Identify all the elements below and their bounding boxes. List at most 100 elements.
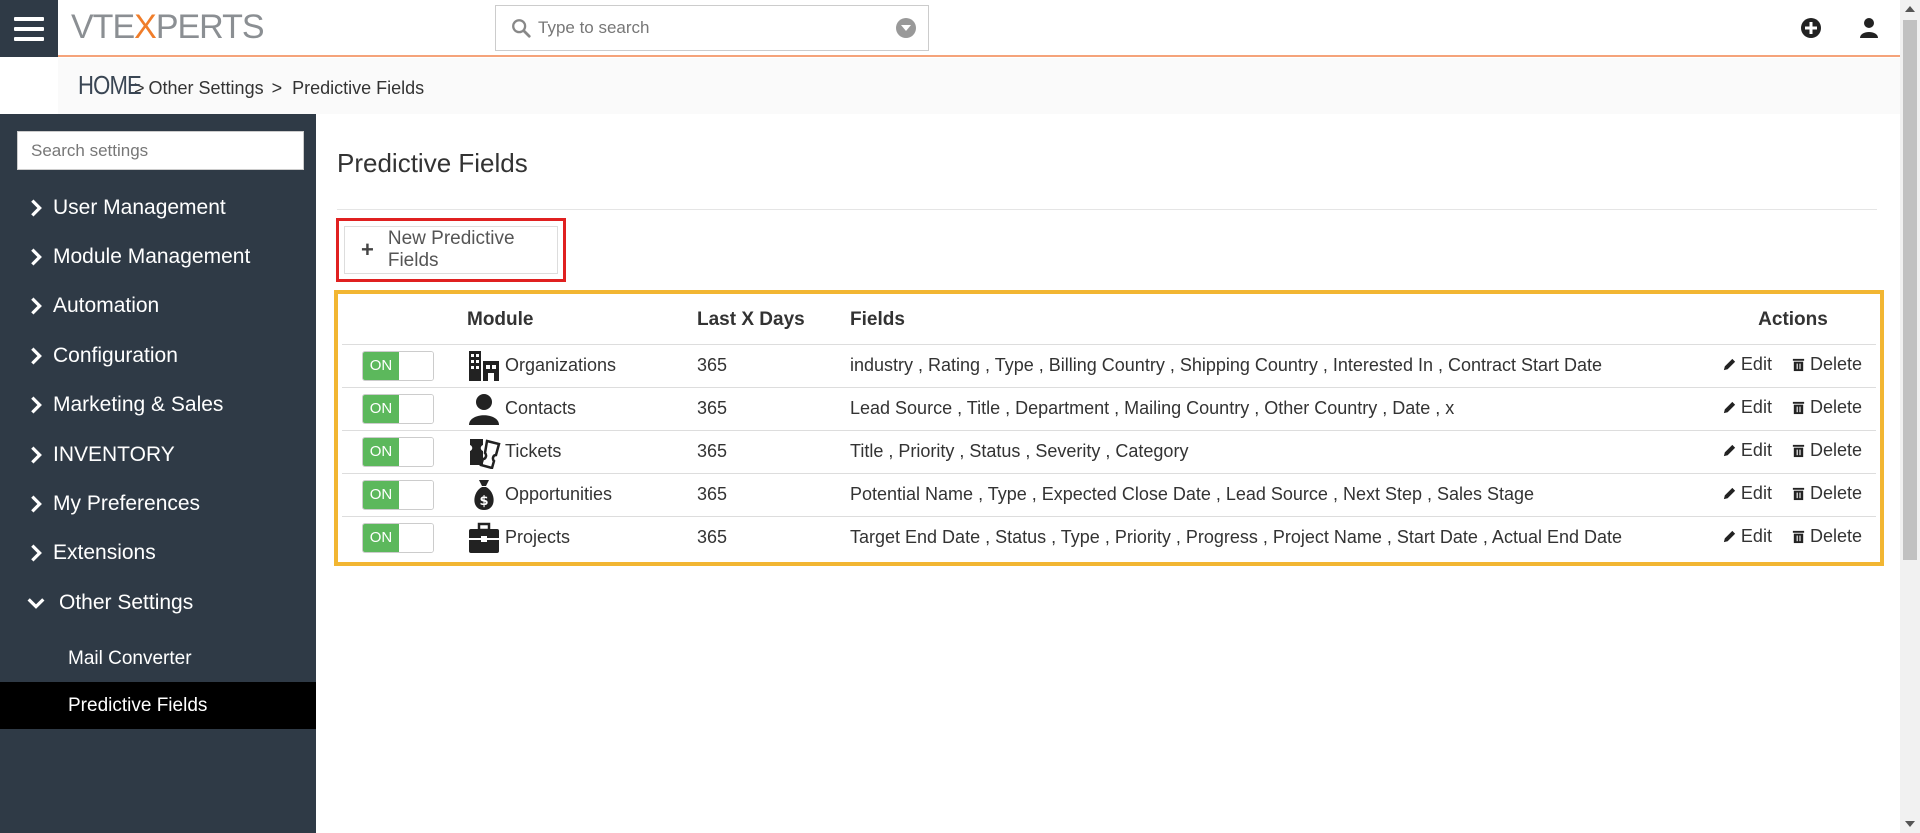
breadcrumb-item-predictive-fields: Predictive Fields [292,78,425,98]
trash-icon [1792,487,1805,501]
toggle-knob [399,523,433,552]
column-header-toggle [342,297,467,345]
new-button-label: New Predictive Fields [387,228,515,271]
trash-icon [1792,358,1805,372]
delete-button[interactable]: Delete [1791,354,1862,375]
status-toggle[interactable]: ON [362,436,434,467]
delete-label: Delete [1809,526,1862,547]
module-name: Contacts [505,398,577,418]
delete-button[interactable]: Delete [1791,440,1862,461]
pencil-icon [1723,444,1736,457]
chevron-right-icon [31,396,42,414]
table-highlight: Module Last X Days Fields Actions ON Org… [334,290,1884,566]
status-toggle[interactable]: ON [362,479,434,510]
toggle-on-label: ON [363,523,399,552]
delete-label: Delete [1809,397,1862,417]
new-predictive-fields-button[interactable]: + New Predictive Fields [344,226,558,274]
sidebar-item-label: User Management [53,196,226,219]
delete-button[interactable]: Delete [1791,526,1862,547]
sidebar-subitem-mail-converter[interactable]: Mail Converter [0,635,316,682]
table-row: ON Organizations 365 industry , Rating ,… [342,344,1876,388]
search-input[interactable] [538,18,878,38]
breadcrumb-item-other-settings[interactable]: Other Settings [149,78,264,99]
edit-button[interactable]: Edit [1722,440,1772,461]
column-header-actions: Actions [1710,297,1876,345]
sidebar-item-label: Configuration [53,344,178,367]
page-scrollbar[interactable] [1900,0,1920,833]
column-header-fields: Fields [850,297,1710,345]
top-bar: VTEXPERTS [0,0,1900,57]
sidebar-item-user-management[interactable]: User Management [0,184,316,232]
sidebar-item-extensions[interactable]: Extensions [0,529,316,577]
module-name: Projects [505,527,571,548]
table-row: ON Projects 365 Target End Date , Status… [342,516,1876,559]
last-x-days-value: 365 [697,430,850,474]
chevron-right-icon [31,297,42,315]
sidebar-item-my-preferences[interactable]: My Preferences [0,480,316,528]
divider [337,209,1877,210]
chevron-down-icon[interactable] [896,18,916,38]
sidebar-item-label: Automation [53,294,160,317]
menu-icon[interactable] [0,0,58,57]
app-root: VTEXPERTS HOME > Other Settings > Predic… [0,0,1920,833]
sidebar-item-module-management[interactable]: Module Management [0,233,316,281]
toggle-knob [399,351,433,380]
sidebar-item-label: Extensions [53,541,156,564]
fields-value: Potential Name , Type , Expected Close D… [850,473,1710,517]
chevron-right-icon [31,199,42,217]
table-row: ON Tickets 365 Title , Priority , Status… [342,430,1876,474]
edit-label: Edit [1740,440,1772,460]
edit-button[interactable]: Edit [1722,483,1772,504]
edit-button[interactable]: Edit [1722,354,1772,375]
last-x-days-value: 365 [697,344,850,388]
logo[interactable]: VTEXPERTS [71,8,265,47]
breadcrumb-spacer [0,58,58,114]
status-toggle[interactable]: ON [362,522,434,553]
user-icon[interactable] [1857,16,1881,40]
contacts-icon [469,393,499,425]
fields-value: Target End Date , Status , Type , Priori… [850,527,1623,548]
edit-button[interactable]: Edit [1722,397,1772,418]
global-search [495,5,929,51]
sidebar-item-marketing-sales[interactable]: Marketing & Sales [0,381,316,429]
new-button-highlight: + New Predictive Fields [336,218,566,282]
toggle-knob [399,437,433,466]
scroll-down-icon[interactable] [1905,821,1915,827]
edit-button[interactable]: Edit [1722,526,1772,547]
sidebar-item-label: Other Settings [59,591,194,614]
status-toggle[interactable]: ON [362,350,434,381]
breadcrumb-home[interactable]: HOME [78,70,142,101]
last-x-days-value: 365 [697,387,850,431]
delete-label: Delete [1809,440,1862,460]
settings-search-input[interactable] [17,131,304,170]
edit-label: Edit [1740,483,1772,503]
svg-text:$: $ [479,494,488,509]
sidebar-subitem-predictive-fields[interactable]: Predictive Fields [0,682,316,729]
scroll-up-icon[interactable] [1905,6,1915,12]
toggle-knob [399,480,433,509]
sidebar-item-inventory[interactable]: INVENTORY [0,431,316,479]
plus-circle-icon[interactable] [1799,16,1823,40]
pencil-icon [1723,531,1736,543]
page-title: Predictive Fields [337,148,528,178]
status-toggle[interactable]: ON [362,393,434,424]
column-header-module: Module [467,297,697,345]
trash-icon [1792,444,1805,458]
toggle-knob [399,394,433,423]
main-content: Predictive Fields + New Predictive Field… [316,114,1900,833]
sidebar-item-other-settings[interactable]: Other Settings [0,579,316,627]
toggle-on-label: ON [363,437,399,466]
edit-label: Edit [1740,354,1772,374]
sidebar-item-label: Module Management [53,245,251,268]
sidebar-item-configuration[interactable]: Configuration [0,332,316,380]
sidebar-subitem-label: Predictive Fields [68,694,208,716]
scrollbar-thumb[interactable] [1903,20,1917,560]
table-header-row: Module Last X Days Fields Actions [342,297,1876,345]
pencil-icon [1723,358,1736,371]
module-name: Tickets [505,441,562,461]
delete-button[interactable]: Delete [1791,397,1862,418]
delete-button[interactable]: Delete [1791,483,1862,504]
breadcrumb: HOME > Other Settings > Predictive Field… [0,58,1900,114]
organizations-icon [469,350,499,381]
sidebar-item-automation[interactable]: Automation [0,282,316,330]
